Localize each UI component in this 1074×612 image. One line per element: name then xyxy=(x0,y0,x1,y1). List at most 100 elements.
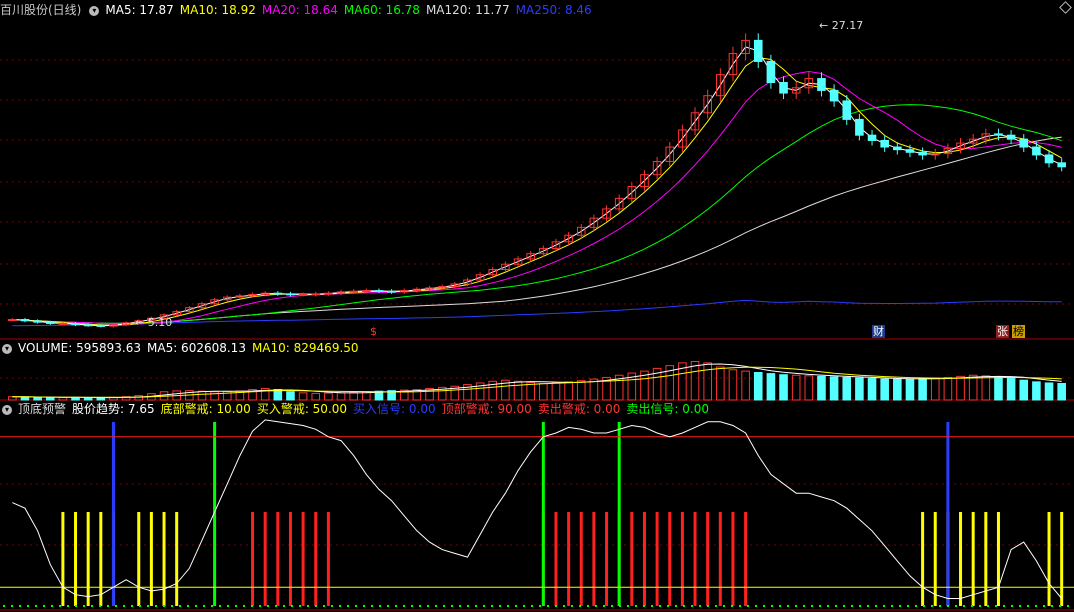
volume-bar xyxy=(336,392,346,401)
baseline-dot xyxy=(11,605,13,607)
collapse-icon[interactable]: ▾ xyxy=(2,404,12,415)
event-marker-finance[interactable]: 财 xyxy=(872,325,885,338)
volume-bar xyxy=(880,378,889,401)
baseline-dot xyxy=(67,605,69,607)
candle-body xyxy=(349,290,358,293)
candle-body xyxy=(918,151,927,156)
ma250-readout: MA250: 8.46 xyxy=(515,3,592,17)
baseline-dot xyxy=(179,605,181,607)
collapse-icon[interactable]: ▾ xyxy=(89,5,100,16)
candle-body xyxy=(33,320,42,323)
sell-warn-readout: 卖出警戒: 0.00 xyxy=(537,402,621,416)
stock-chart[interactable] xyxy=(0,0,1074,612)
baseline-dot xyxy=(299,605,301,607)
volume-bar xyxy=(513,380,523,401)
volume-bar xyxy=(324,392,333,401)
candle-body xyxy=(842,100,852,120)
volume-bar xyxy=(539,383,548,401)
baseline-dot xyxy=(819,605,821,607)
ma20-line xyxy=(12,70,1062,325)
baseline-dot xyxy=(1035,605,1037,607)
ma10-line xyxy=(12,56,1062,326)
baseline-dot xyxy=(43,605,45,607)
baseline-dot xyxy=(403,605,405,607)
volume-bar xyxy=(33,396,42,401)
baseline-dot xyxy=(995,605,997,607)
baseline-dot xyxy=(803,605,805,607)
baseline-dot xyxy=(683,605,685,607)
baseline-dot xyxy=(979,605,981,607)
baseline-dot xyxy=(59,605,61,607)
baseline-dot xyxy=(835,605,837,607)
candle-body xyxy=(71,322,80,326)
volume-bar xyxy=(728,369,738,401)
volume-bar xyxy=(855,377,864,401)
baseline-dot xyxy=(859,605,861,607)
baseline-dot xyxy=(659,605,661,607)
candle-body xyxy=(855,118,864,136)
volume-bar xyxy=(1006,378,1016,401)
ma20-readout: MA20: 18.64 xyxy=(261,3,338,17)
ma120-readout: MA120: 11.77 xyxy=(425,3,510,17)
main-chart-header: 百川股份(日线) ▾ MA5: 17.87 MA10: 18.92 MA20: 18.6… xyxy=(0,2,598,18)
baseline-dot xyxy=(83,605,85,607)
volume-bar xyxy=(817,375,826,401)
baseline-dot xyxy=(27,605,29,607)
candle-body xyxy=(867,134,877,141)
stock-title[interactable]: 百川股份(日线) xyxy=(0,3,81,17)
baseline-dot xyxy=(499,605,501,607)
event-marker-billboard[interactable]: 榜 xyxy=(1012,325,1025,338)
volume-bar xyxy=(804,375,814,401)
baseline-dot xyxy=(507,605,509,607)
volume-bar xyxy=(551,382,561,401)
candle-body xyxy=(311,293,321,296)
candle-body xyxy=(362,290,371,293)
baseline-dot xyxy=(723,605,725,607)
baseline-dot xyxy=(51,605,53,607)
baseline-dot xyxy=(419,605,421,607)
baseline-dot xyxy=(931,605,933,607)
candle-body xyxy=(324,292,333,295)
volume-bar xyxy=(690,361,700,401)
baseline-dot xyxy=(795,605,797,607)
volume-bar xyxy=(994,376,1003,401)
baseline-dot xyxy=(323,605,325,607)
volume-bar xyxy=(197,390,207,401)
baseline-dot xyxy=(587,605,589,607)
volume-bar xyxy=(349,391,358,401)
baseline-dot xyxy=(771,605,773,607)
baseline-dot xyxy=(331,605,333,607)
volume-bar xyxy=(576,380,586,401)
collapse-icon[interactable]: ▾ xyxy=(2,343,12,354)
indicator-header: ▾ 顶底预警 股价趋势: 7.65 底部警戒: 10.00 买入警戒: 50.00 买入信… xyxy=(0,401,715,417)
baseline-dot xyxy=(267,605,269,607)
volume-bar xyxy=(286,391,295,401)
event-marker-limit-up[interactable]: 张 xyxy=(996,325,1009,338)
volume-bar xyxy=(1057,383,1066,401)
candle-body xyxy=(1006,134,1016,140)
baseline-dot xyxy=(611,605,613,607)
volume-bar xyxy=(829,376,839,401)
indicator-name[interactable]: 顶底预警 xyxy=(18,402,66,416)
volume-bar xyxy=(842,376,852,401)
event-marker-s[interactable]: $ xyxy=(369,325,378,338)
baseline-dot xyxy=(675,605,677,607)
candle-body xyxy=(893,146,902,151)
baseline-dot xyxy=(963,605,965,607)
baseline-dot xyxy=(147,605,149,607)
baseline-dot xyxy=(491,605,493,607)
volume-bar xyxy=(134,395,144,401)
baseline-dot xyxy=(347,605,349,607)
baseline-dot xyxy=(627,605,629,607)
baseline-dot xyxy=(139,605,141,607)
volume-bar xyxy=(1044,382,1054,401)
buy-warn-readout: 买入警戒: 50.00 xyxy=(256,402,348,416)
volume-bar xyxy=(893,378,902,401)
baseline-dot xyxy=(3,605,5,607)
baseline-dot xyxy=(699,605,701,607)
baseline-dot xyxy=(99,605,101,607)
trend-line xyxy=(12,419,1063,599)
baseline-dot xyxy=(355,605,357,607)
baseline-dot xyxy=(291,605,293,607)
candle-body xyxy=(1032,146,1041,156)
